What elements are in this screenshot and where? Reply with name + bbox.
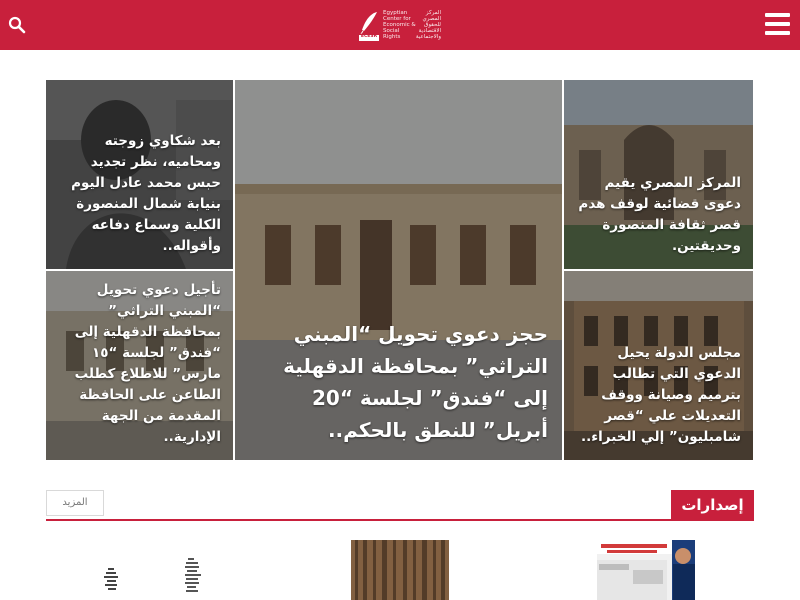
search-icon[interactable] [8,16,26,34]
featured-article-top-right[interactable]: المركز المصري يقيم دعوى قضائية لوقف هدم … [564,80,753,269]
logo-line-ar: والاجتماعية [415,34,441,40]
hamburger-menu-icon[interactable] [765,13,790,35]
featured-article-top-left[interactable]: بعد شكاوي زوجته ومحاميه، نظر تجديد حبس م… [46,80,233,269]
publication-cover [351,540,449,600]
article-headline[interactable]: حجز دعوي تحويل “المبني التراثي” بمحافظة … [249,318,548,446]
top-header-bar: ECESR Egyptian المركز Center for المصري … [0,0,800,50]
article-headline[interactable]: المركز المصري يقيم دعوى قضائية لوقف هدم … [576,173,741,257]
publication-cover [597,540,695,600]
section-title: إصدارات [671,490,754,521]
publication-thumbnail[interactable] [100,540,210,600]
featured-article-bottom-left[interactable]: تأجيل دعوي تحويل “المبني التراثي” بمحافظ… [46,271,233,460]
article-headline[interactable]: بعد شكاوي زوجته ومحاميه، نظر تجديد حبس م… [58,131,221,257]
logo-text: Egyptian المركز Center for المصري Econom… [383,10,441,40]
article-headline[interactable]: تأجيل دعوي تحويل “المبني التراثي” بمحافظ… [58,280,221,448]
publication-thumbnail[interactable] [351,540,449,600]
logo-abbrev: ECESR [360,34,378,39]
publication-thumbnail[interactable] [597,540,695,600]
featured-article-main[interactable]: حجز دعوي تحويل “المبني التراثي” بمحافظة … [235,80,562,460]
section-divider [46,519,754,521]
logo-line-en: Rights [383,34,401,40]
more-button[interactable]: المزيد [46,490,104,516]
site-logo[interactable]: ECESR Egyptian المركز Center for المصري … [358,8,442,44]
article-headline[interactable]: مجلس الدولة يحيل الدعوي التي تطالب بترمي… [576,343,741,448]
featured-article-bottom-right[interactable]: مجلس الدولة يحيل الدعوي التي تطالب بترمي… [564,271,753,460]
publication-cover [100,540,210,600]
